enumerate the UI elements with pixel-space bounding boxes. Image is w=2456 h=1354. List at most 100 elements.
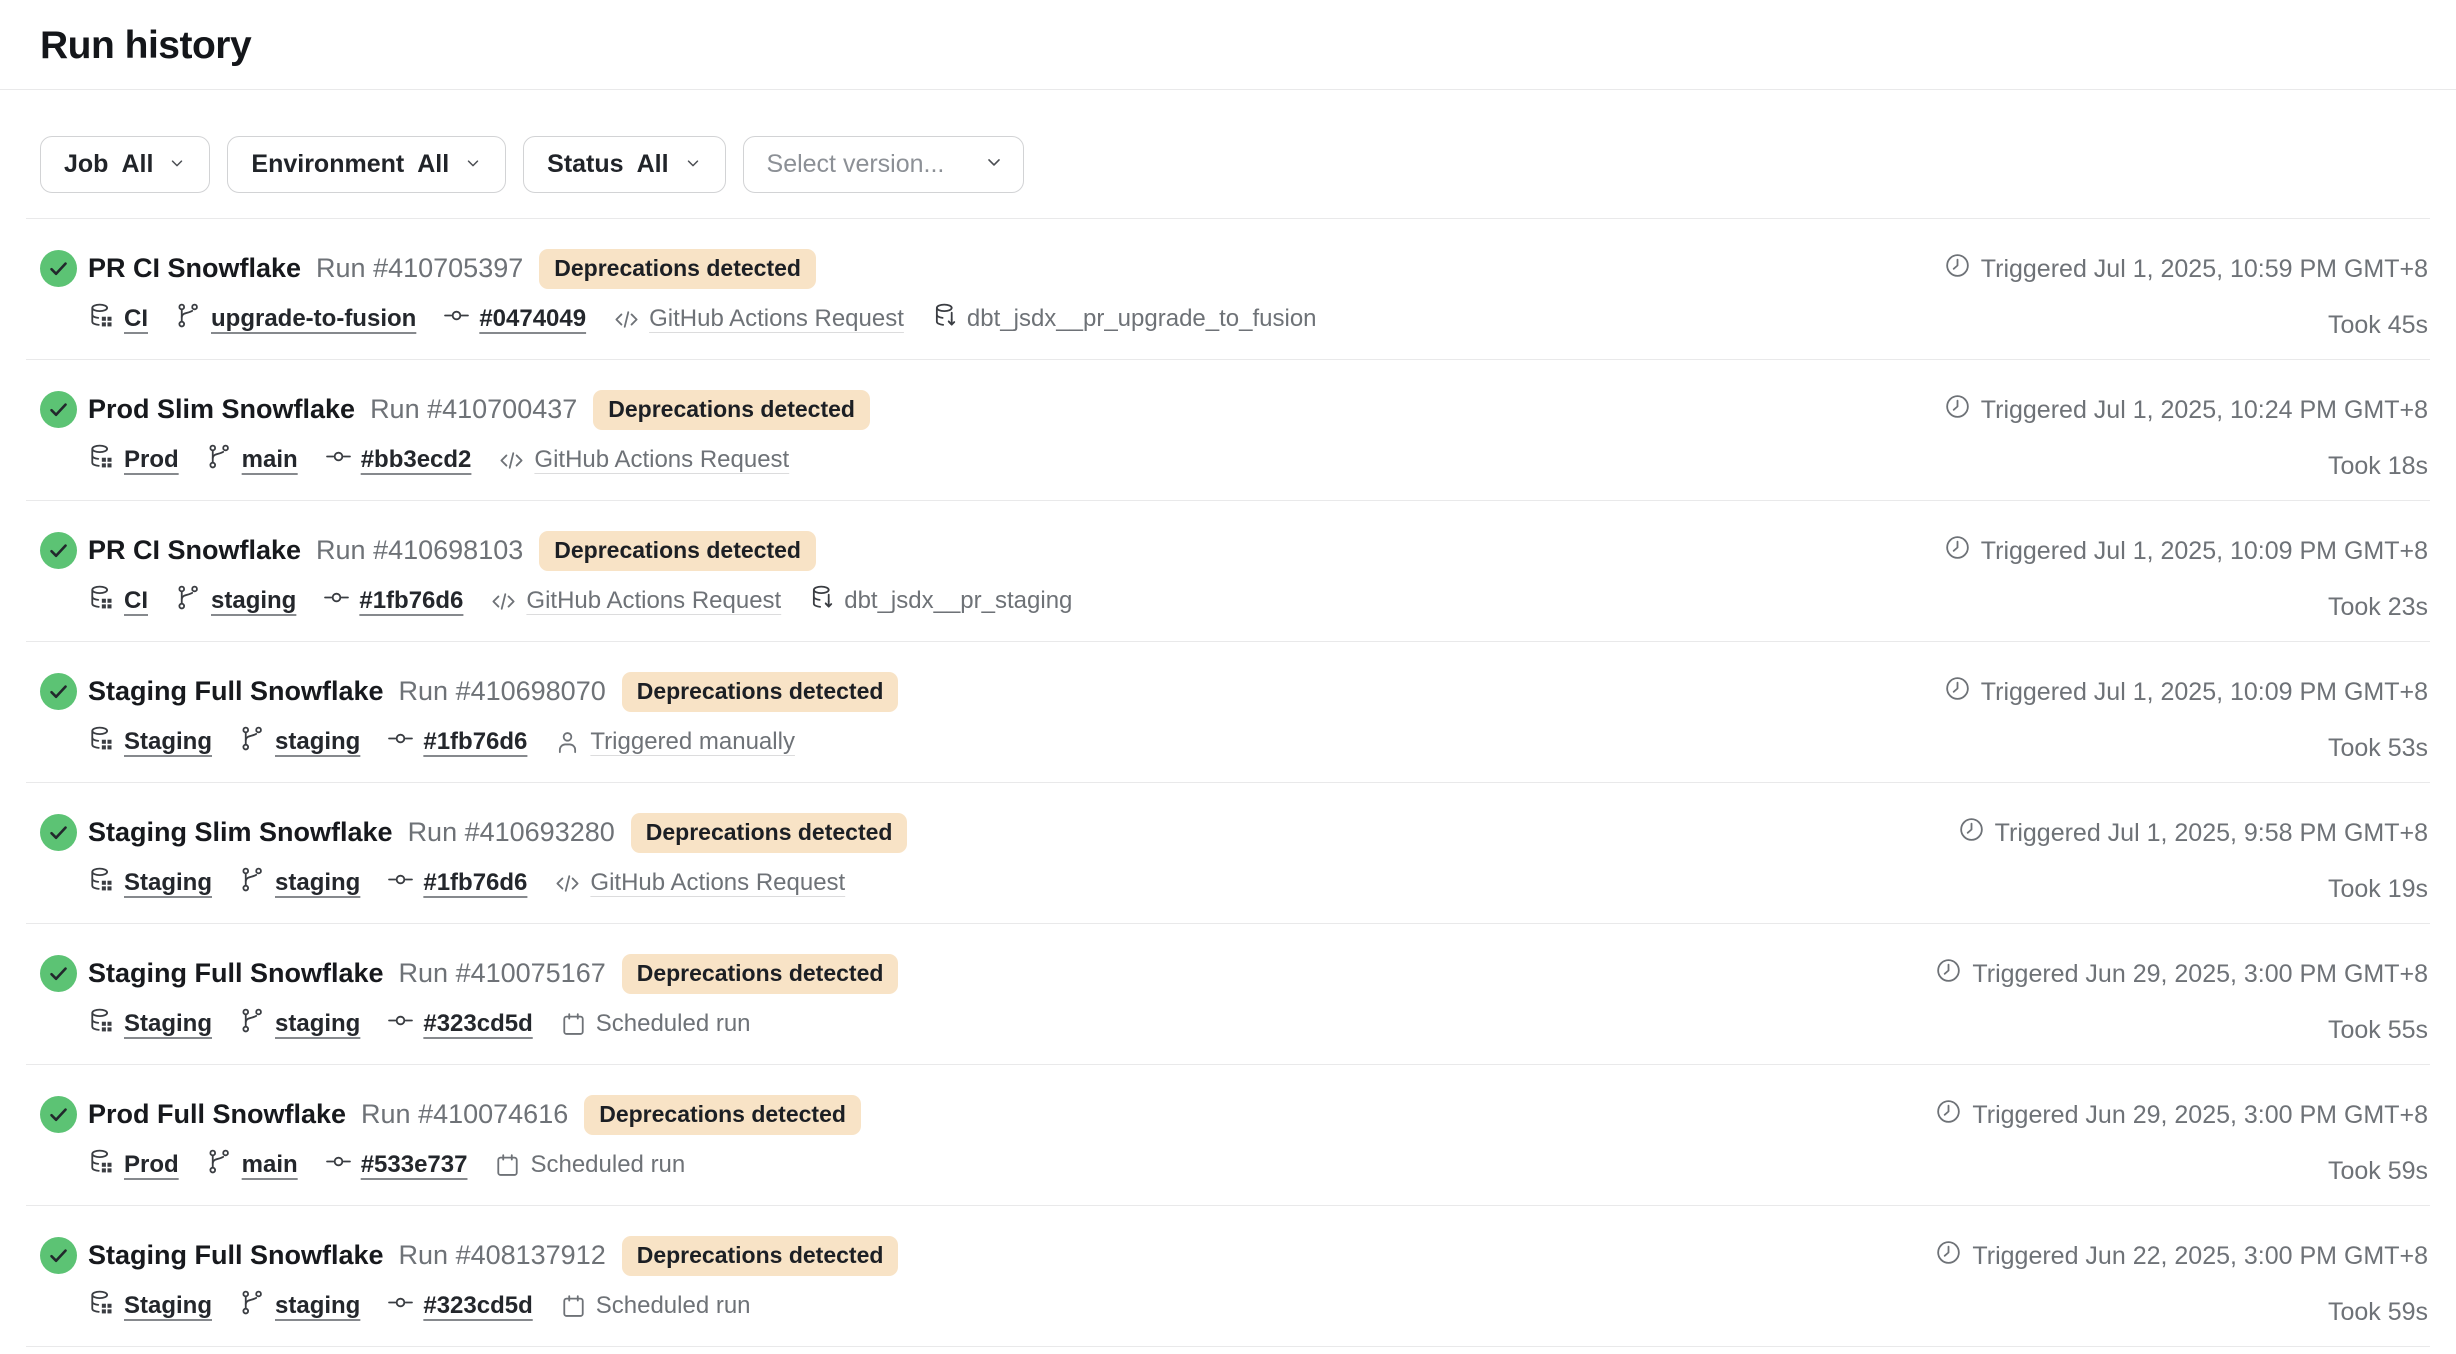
trigger-type-label[interactable]: GitHub Actions Request — [534, 446, 789, 474]
commit-link-group: #1fb76d6 — [387, 866, 527, 900]
run-name[interactable]: Staging Slim Snowflake — [88, 817, 393, 848]
deprecations-badge: Deprecations detected — [622, 1236, 899, 1276]
trigger-type-label[interactable]: Scheduled run — [596, 1010, 751, 1038]
environment-icon — [88, 725, 115, 759]
commit-link[interactable]: #1fb76d6 — [359, 587, 463, 615]
git-commit-icon — [325, 443, 352, 477]
environment-link[interactable]: Staging — [124, 1292, 212, 1320]
version-select-dropdown[interactable]: Select version... — [743, 136, 1025, 193]
run-name[interactable]: PR CI Snowflake — [88, 253, 301, 284]
run-row[interactable]: Prod Slim Snowflake Run #410700437 Depre… — [26, 360, 2430, 501]
trigger-type: Triggered manually — [554, 728, 795, 756]
duration-label: Took 45s — [2328, 311, 2428, 340]
git-branch-icon — [239, 725, 266, 759]
branch-link[interactable]: staging — [275, 1292, 360, 1320]
duration-label: Took 18s — [2328, 452, 2428, 481]
duration-label: Took 59s — [2328, 1298, 2428, 1327]
run-name[interactable]: Staging Full Snowflake — [88, 1240, 384, 1271]
branch-link-group: main — [206, 443, 298, 477]
trigger-type-label[interactable]: GitHub Actions Request — [649, 305, 904, 333]
status-filter-dropdown[interactable]: Status All — [523, 136, 725, 193]
schema-name: dbt_jsdx__pr_upgrade_to_fusion — [967, 305, 1317, 333]
git-branch-icon — [239, 1289, 266, 1323]
environment-link[interactable]: Staging — [124, 869, 212, 897]
run-row[interactable]: PR CI Snowflake Run #410705397 Deprecati… — [26, 219, 2430, 360]
branch-link[interactable]: staging — [275, 869, 360, 897]
branch-link[interactable]: upgrade-to-fusion — [211, 305, 416, 333]
header-divider — [0, 89, 2456, 90]
commit-link[interactable]: #323cd5d — [423, 1010, 532, 1038]
commit-link-group: #0474049 — [443, 302, 586, 336]
status-filter-value: All — [637, 150, 669, 179]
trigger-type-label[interactable]: GitHub Actions Request — [590, 869, 845, 897]
triggered-text: Triggered Jul 1, 2025, 10:59 PM GMT+8 — [1981, 255, 2428, 284]
chevron-down-icon — [462, 150, 482, 179]
git-commit-icon — [325, 1148, 352, 1182]
environment-link[interactable]: Staging — [124, 728, 212, 756]
trigger-type-label[interactable]: Triggered manually — [590, 728, 795, 756]
page-title: Run history — [40, 24, 2416, 68]
environment-link-group: Staging — [88, 1289, 212, 1323]
git-branch-icon — [206, 443, 233, 477]
environment-icon — [88, 443, 115, 477]
branch-link[interactable]: staging — [275, 1010, 360, 1038]
clock-icon — [1944, 252, 1971, 286]
person-trigger-icon — [554, 729, 581, 756]
run-success-icon — [40, 1237, 77, 1274]
commit-link[interactable]: #1fb76d6 — [423, 869, 527, 897]
run-name[interactable]: Staging Full Snowflake — [88, 958, 384, 989]
job-filter-dropdown[interactable]: Job All — [40, 136, 210, 193]
environment-link[interactable]: CI — [124, 305, 148, 333]
duration-label: Took 55s — [2328, 1016, 2428, 1045]
run-name[interactable]: Prod Full Snowflake — [88, 1099, 346, 1130]
environment-link[interactable]: Prod — [124, 1151, 179, 1179]
branch-link-group: staging — [239, 1289, 360, 1323]
run-row[interactable]: PR CI Snowflake Run #410698103 Deprecati… — [26, 501, 2430, 642]
duration-label: Took 19s — [2328, 875, 2428, 904]
trigger-type: GitHub Actions Request — [498, 446, 789, 474]
environment-icon — [88, 866, 115, 900]
triggered-timestamp: Triggered Jun 29, 2025, 3:00 PM GMT+8 — [1935, 1098, 2428, 1132]
deprecations-badge: Deprecations detected — [631, 813, 908, 853]
run-row[interactable]: Staging Full Snowflake Run #410075167 De… — [26, 924, 2430, 1065]
commit-link[interactable]: #323cd5d — [423, 1292, 532, 1320]
commit-link[interactable]: #1fb76d6 — [423, 728, 527, 756]
git-commit-icon — [387, 1289, 414, 1323]
run-list: PR CI Snowflake Run #410705397 Deprecati… — [26, 218, 2430, 1347]
deprecations-badge: Deprecations detected — [539, 531, 816, 571]
commit-link[interactable]: #0474049 — [479, 305, 586, 333]
commit-link[interactable]: #bb3ecd2 — [361, 446, 472, 474]
run-success-icon — [40, 673, 77, 710]
run-row[interactable]: Staging Full Snowflake Run #410698070 De… — [26, 642, 2430, 783]
run-row[interactable]: Staging Slim Snowflake Run #410693280 De… — [26, 783, 2430, 924]
environment-filter-dropdown[interactable]: Environment All — [227, 136, 506, 193]
run-row[interactable]: Staging Full Snowflake Run #408137912 De… — [26, 1206, 2430, 1347]
calendar-trigger-icon — [494, 1152, 521, 1179]
run-name[interactable]: Prod Slim Snowflake — [88, 394, 355, 425]
branch-link[interactable]: staging — [275, 728, 360, 756]
environment-link[interactable]: CI — [124, 587, 148, 615]
deprecations-badge: Deprecations detected — [593, 390, 870, 430]
environment-link[interactable]: Prod — [124, 446, 179, 474]
trigger-type-label[interactable]: Scheduled run — [596, 1292, 751, 1320]
trigger-type: GitHub Actions Request — [490, 587, 781, 615]
run-name[interactable]: PR CI Snowflake — [88, 535, 301, 566]
job-filter-label: Job — [64, 150, 108, 179]
trigger-type-label[interactable]: Scheduled run — [530, 1151, 685, 1179]
environment-icon — [88, 1148, 115, 1182]
code-trigger-icon — [498, 447, 525, 474]
run-name[interactable]: Staging Full Snowflake — [88, 676, 384, 707]
environment-link[interactable]: Staging — [124, 1010, 212, 1038]
trigger-type-label[interactable]: GitHub Actions Request — [526, 587, 781, 615]
calendar-trigger-icon — [560, 1293, 587, 1320]
branch-link[interactable]: staging — [211, 587, 296, 615]
commit-link-group: #323cd5d — [387, 1007, 532, 1041]
git-commit-icon — [323, 584, 350, 618]
run-number: Run #410693280 — [408, 817, 615, 848]
run-number: Run #410698103 — [316, 535, 523, 566]
branch-link[interactable]: main — [242, 446, 298, 474]
branch-link[interactable]: main — [242, 1151, 298, 1179]
trigger-type: Scheduled run — [494, 1151, 685, 1179]
commit-link[interactable]: #533e737 — [361, 1151, 468, 1179]
run-row[interactable]: Prod Full Snowflake Run #410074616 Depre… — [26, 1065, 2430, 1206]
